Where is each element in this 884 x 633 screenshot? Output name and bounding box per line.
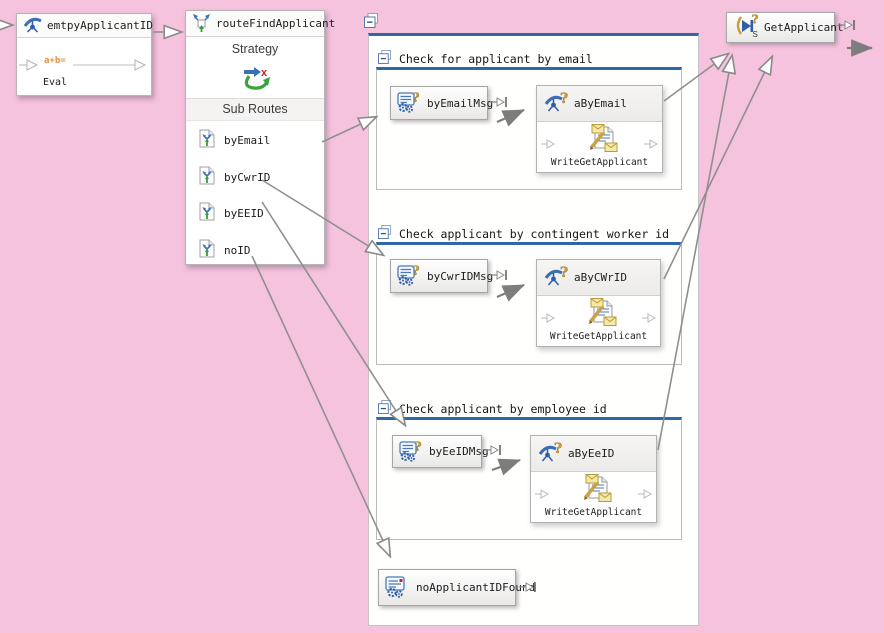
section-collapse-icon[interactable] bbox=[378, 400, 392, 417]
subroute-item-byemail[interactable]: byEmail bbox=[186, 123, 324, 157]
subroute-label: noID bbox=[224, 244, 251, 257]
strategy-section-label: Strategy bbox=[186, 42, 324, 56]
node-a-by-email[interactable]: ? aByEmail bbox=[536, 85, 663, 173]
subroute-label: byEmail bbox=[224, 134, 270, 147]
flow-terminator-icon bbox=[490, 95, 510, 109]
node-label: routeFindApplicant bbox=[216, 17, 335, 30]
svg-text:?: ? bbox=[560, 92, 568, 107]
write-document-icon bbox=[581, 298, 617, 331]
subroute-label: byEEID bbox=[224, 207, 264, 220]
write-document-icon bbox=[576, 474, 612, 507]
subroute-item-byeeid[interactable]: byEEID bbox=[186, 196, 324, 230]
message-properties-icon: ? bbox=[399, 439, 424, 465]
message-properties-icon: ? bbox=[397, 90, 422, 116]
node-by-cwr-id-msg[interactable]: ? byCwrIDMsg bbox=[390, 259, 488, 293]
flow-terminator-icon bbox=[838, 18, 858, 32]
message-flag-icon bbox=[385, 574, 411, 601]
node-route-find-applicant[interactable]: routeFindApplicant Strategy x Sub Routes bbox=[185, 10, 325, 265]
node-label: GetApplicant bbox=[764, 21, 843, 34]
subroute-icon bbox=[199, 239, 215, 261]
subroute-item-noid[interactable]: noID bbox=[186, 233, 324, 267]
svg-text:?: ? bbox=[560, 266, 568, 281]
flow-terminator-icon bbox=[484, 443, 504, 457]
router-icon bbox=[192, 13, 211, 35]
svg-text:x: x bbox=[261, 67, 268, 79]
svg-text:?: ? bbox=[412, 91, 420, 106]
subroute-icon bbox=[199, 202, 215, 224]
container-collapse-icon[interactable] bbox=[364, 13, 379, 32]
flow-reference-icon: ? S bbox=[733, 14, 759, 41]
enricher-icon: ? bbox=[538, 442, 564, 466]
node-label: aByCWrID bbox=[574, 271, 627, 284]
processor-out-arrow-icon bbox=[643, 138, 659, 150]
section-title: Check applicant by contingent worker id bbox=[399, 227, 669, 241]
flow-canvas[interactable]: emtpyApplicantID a+b= Eval bbox=[0, 0, 884, 633]
node-by-email-msg[interactable]: ? byEmailMsg bbox=[390, 86, 488, 120]
enricher-body: a+b= Eval bbox=[17, 38, 151, 96]
processor-out-arrow-icon bbox=[641, 312, 657, 324]
processor-label: WriteGetApplicant bbox=[551, 157, 648, 168]
svg-text:?: ? bbox=[554, 442, 562, 457]
node-label: aByEmail bbox=[574, 97, 627, 110]
section-title: Check for applicant by email bbox=[399, 52, 593, 66]
section-collapse-icon[interactable] bbox=[378, 50, 392, 67]
section-collapse-icon[interactable] bbox=[378, 225, 392, 242]
processor-out-arrow-icon bbox=[637, 488, 653, 500]
eval-icon: a+b= bbox=[44, 56, 66, 66]
eval-label: Eval bbox=[43, 77, 67, 88]
node-label: noApplicantIDFound bbox=[416, 581, 535, 594]
write-document-icon bbox=[582, 124, 618, 157]
node-label: emtpyApplicantID bbox=[47, 19, 153, 32]
node-a-by-cwr-id[interactable]: ? aByCWrID bbox=[536, 259, 661, 347]
enricher-icon bbox=[23, 16, 42, 36]
flow-terminator-icon bbox=[490, 268, 510, 282]
enricher-icon: ? bbox=[544, 266, 570, 290]
subroute-icon bbox=[199, 166, 215, 188]
sub-routes-section-label: Sub Routes bbox=[186, 98, 324, 121]
node-a-by-ee-id[interactable]: ? aByEeID bbox=[530, 435, 657, 523]
subroute-item-bycwrid[interactable]: byCwrID bbox=[186, 160, 324, 194]
section-title: Check applicant by employee id bbox=[399, 402, 607, 416]
node-label: aByEeID bbox=[568, 447, 614, 460]
subroute-label: byCwrID bbox=[224, 171, 270, 184]
node-by-ee-id-msg[interactable]: ? byEeIDMsg bbox=[392, 435, 482, 468]
svg-text:?: ? bbox=[412, 264, 420, 279]
svg-text:?: ? bbox=[752, 14, 759, 27]
node-get-applicant[interactable]: ? S GetApplicant bbox=[726, 12, 835, 43]
flow-ref-badge: S bbox=[753, 30, 758, 38]
node-label: byEmailMsg bbox=[427, 97, 493, 110]
node-no-applicant-id-found[interactable]: noApplicantIDFound bbox=[378, 569, 516, 606]
eval-entry-arrow-icon bbox=[19, 60, 37, 70]
enricher-icon: ? bbox=[544, 92, 570, 116]
svg-text:?: ? bbox=[414, 440, 422, 455]
processor-label: WriteGetApplicant bbox=[545, 507, 642, 518]
processor-label: WriteGetApplicant bbox=[550, 331, 647, 342]
subroute-icon bbox=[199, 129, 215, 151]
strategy-icon[interactable]: x bbox=[241, 63, 271, 95]
flow-terminator-icon bbox=[519, 580, 539, 594]
node-label: byEeIDMsg bbox=[429, 445, 489, 458]
node-label: byCwrIDMsg bbox=[427, 270, 493, 283]
node-empty-applicant-id[interactable]: emtpyApplicantID a+b= Eval bbox=[16, 13, 152, 96]
message-properties-icon: ? bbox=[397, 263, 422, 289]
